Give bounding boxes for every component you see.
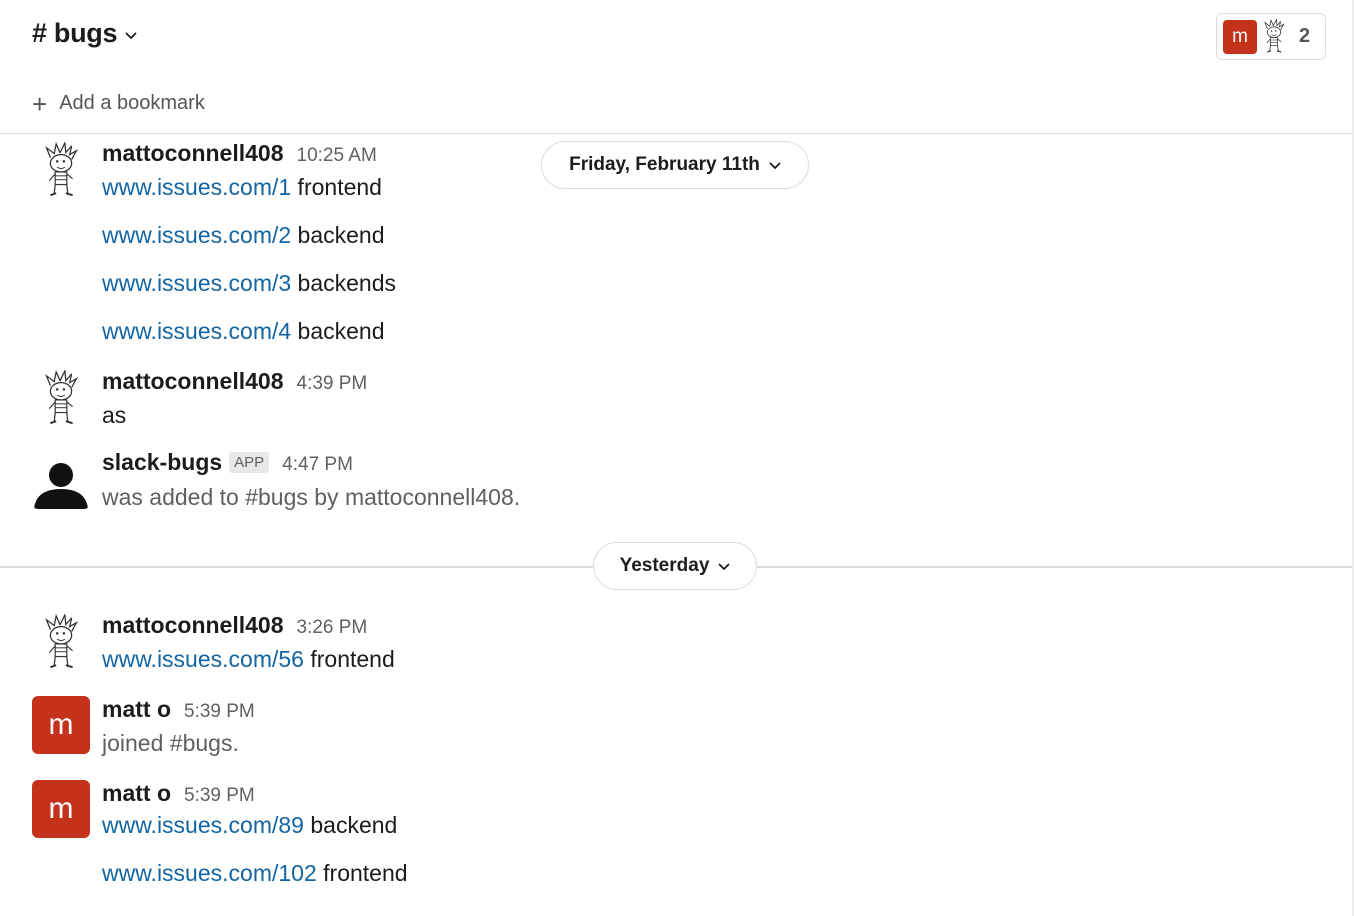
channel-title-button[interactable]: # bugs — [32, 18, 137, 49]
chevron-down-icon — [125, 32, 137, 40]
channel-name: # bugs — [32, 18, 118, 48]
message-text: as — [102, 402, 127, 428]
issue-link[interactable]: www.issues.com/2 — [102, 222, 291, 248]
message-text: www.issues.com/1 frontend — [102, 174, 382, 200]
member-avatar-cartoon — [1261, 19, 1287, 55]
timestamp[interactable]: 10:25 AM — [297, 145, 377, 167]
issue-link[interactable]: www.issues.com/102 — [102, 860, 317, 886]
date-divider-button[interactable]: Yesterday — [593, 542, 757, 590]
add-bookmark-button[interactable]: + Add a bookmark — [32, 88, 205, 119]
sender-name[interactable]: mattoconnell408 — [102, 140, 284, 167]
chevron-down-icon — [718, 563, 730, 571]
chevron-down-icon — [769, 162, 781, 170]
bookmark-bar: + Add a bookmark — [0, 78, 1352, 134]
message-text: www.issues.com/4 backend — [102, 318, 385, 344]
issue-link[interactable]: www.issues.com/56 — [102, 646, 304, 672]
add-bookmark-label: Add a bookmark — [59, 92, 205, 114]
system-message-text: joined #bugs. — [102, 730, 239, 756]
date-divider-button[interactable]: Friday, February 11th — [541, 141, 809, 189]
channel-header: # bugs m 2 — [0, 0, 1352, 70]
message-text: www.issues.com/102 frontend — [102, 860, 408, 886]
cartoon-boy-avatar[interactable] — [32, 370, 90, 428]
member-avatar-m: m — [1223, 19, 1257, 54]
issue-link[interactable]: www.issues.com/4 — [102, 318, 291, 344]
date-label: Friday, February 11th — [569, 154, 760, 175]
issue-link[interactable]: www.issues.com/3 — [102, 270, 291, 296]
cartoon-boy-avatar[interactable] — [32, 142, 90, 200]
issue-link[interactable]: www.issues.com/1 — [102, 174, 291, 200]
timestamp[interactable]: 5:39 PM — [184, 785, 255, 807]
message-text: www.issues.com/3 backends — [102, 270, 397, 296]
timestamp[interactable]: 4:47 PM — [282, 454, 353, 476]
timestamp[interactable]: 3:26 PM — [297, 617, 368, 639]
sender-name[interactable]: matt o — [102, 696, 171, 723]
timestamp[interactable]: 5:39 PM — [184, 701, 255, 723]
member-count: 2 — [1299, 25, 1311, 47]
members-button[interactable]: m 2 — [1216, 13, 1326, 60]
timestamp[interactable]: 4:39 PM — [297, 373, 368, 395]
message-text: www.issues.com/89 backend — [102, 812, 398, 838]
plus-icon: + — [32, 88, 48, 119]
cartoon-boy-avatar[interactable] — [32, 614, 90, 672]
avatar[interactable]: m — [32, 780, 90, 838]
sender-name[interactable]: mattoconnell408 — [102, 612, 284, 639]
sender-name[interactable]: matt o — [102, 780, 171, 807]
sender-name[interactable]: slack-bugs — [102, 449, 222, 476]
sender-name[interactable]: mattoconnell408 — [102, 368, 284, 395]
person-silhouette-icon[interactable] — [32, 451, 90, 509]
avatar[interactable]: m — [32, 696, 90, 754]
app-badge: APP — [229, 452, 270, 473]
issue-link[interactable]: www.issues.com/89 — [102, 812, 304, 838]
message-text: www.issues.com/56 frontend — [102, 646, 395, 672]
date-label: Yesterday — [619, 555, 710, 576]
message-text: www.issues.com/2 backend — [102, 222, 385, 248]
system-message-text: was added to #bugs by mattoconnell408. — [102, 484, 521, 510]
